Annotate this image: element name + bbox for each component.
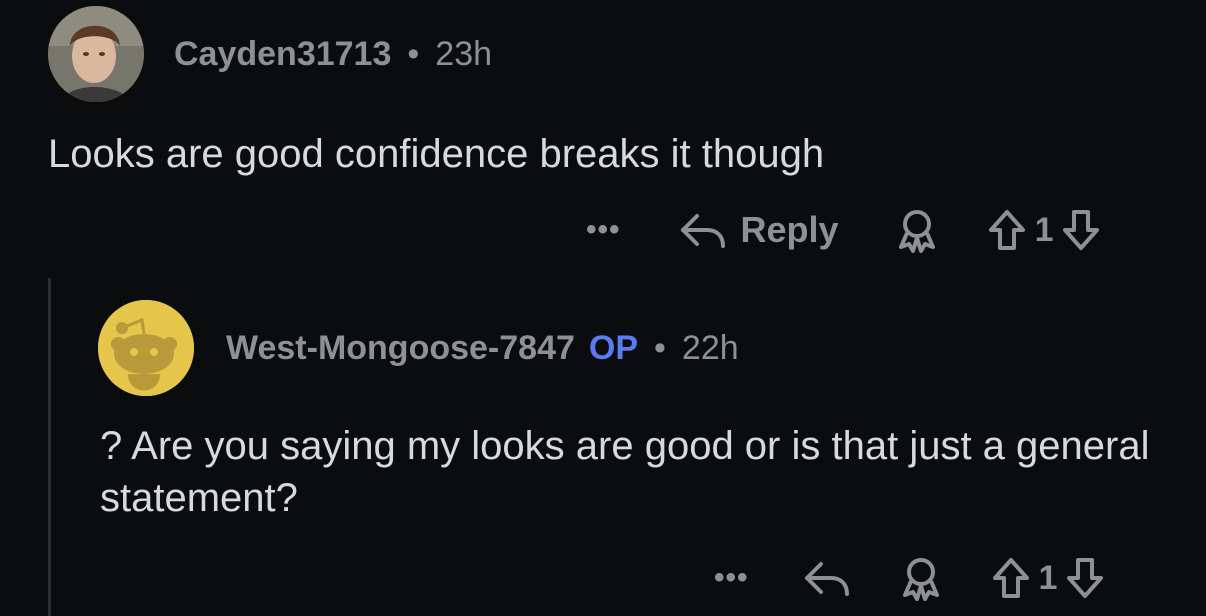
downvote-arrow-icon: [1063, 210, 1100, 250]
comment-actions: ••• 1: [714, 552, 1105, 604]
award-icon: [902, 558, 939, 601]
upvote-button[interactable]: [987, 208, 1027, 252]
reply-label: Reply: [740, 209, 839, 250]
downvote-button[interactable]: [1061, 208, 1101, 252]
comment-actions: ••• Reply 1: [586, 204, 1101, 256]
username[interactable]: Cayden31713: [174, 35, 391, 74]
comment-meta: Cayden31713 • 23h: [174, 32, 492, 76]
reply-icon: [804, 562, 849, 596]
vote-count: 1: [1034, 210, 1054, 249]
reply-button[interactable]: Reply: [679, 209, 839, 251]
award-button[interactable]: [895, 207, 939, 253]
separator-dot: •: [407, 34, 420, 73]
reply-icon: [680, 214, 725, 248]
op-badge: OP: [588, 328, 639, 367]
reply-button[interactable]: [803, 558, 851, 598]
more-options-button[interactable]: •••: [586, 204, 621, 256]
comment-meta: West-Mongoose-7847 OP • 22h: [226, 326, 739, 370]
separator-dot: •: [654, 328, 666, 367]
avatar[interactable]: [48, 6, 144, 102]
award-icon: [898, 210, 935, 253]
vote-count: 1: [1038, 558, 1058, 597]
comment-body: ? Are you saying my looks are good or is…: [100, 424, 1150, 520]
downvote-button[interactable]: [1065, 556, 1105, 600]
thread-line: [48, 278, 51, 616]
more-options-button[interactable]: •••: [714, 552, 749, 604]
downvote-arrow-icon: [1067, 558, 1104, 598]
comment-body: Looks are good confidence breaks it thou…: [48, 132, 825, 176]
snoo-avatar-icon: [98, 300, 194, 396]
upvote-arrow-icon: [992, 558, 1029, 598]
timestamp[interactable]: 22h: [682, 329, 739, 368]
username[interactable]: West-Mongoose-7847: [226, 329, 575, 368]
avatar-photo: [48, 6, 144, 102]
upvote-arrow-icon: [988, 210, 1025, 250]
timestamp[interactable]: 23h: [435, 35, 492, 74]
upvote-button[interactable]: [991, 556, 1031, 600]
award-button[interactable]: [899, 555, 943, 601]
avatar[interactable]: [98, 300, 194, 396]
